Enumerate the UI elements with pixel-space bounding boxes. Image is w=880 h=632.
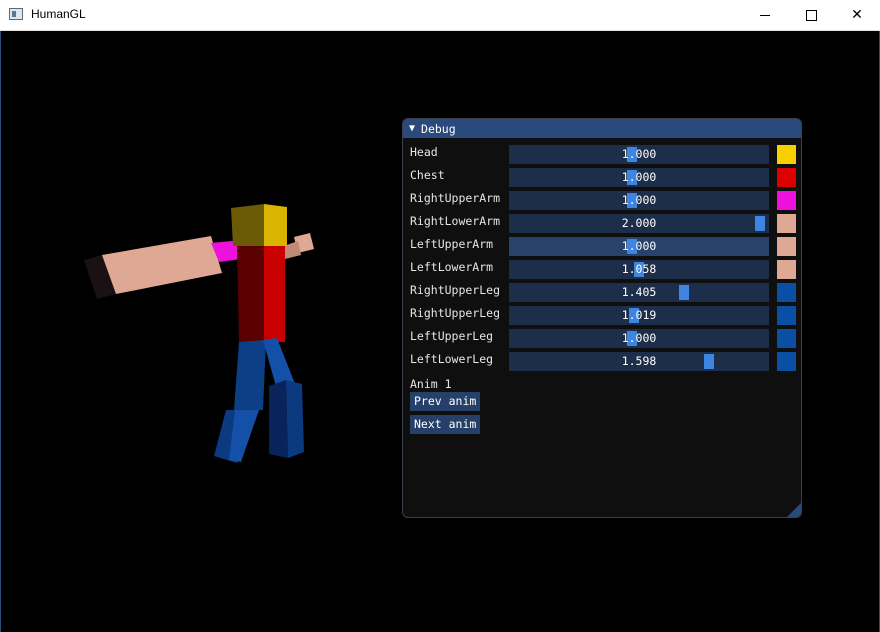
param-label: RightUpperLeg bbox=[410, 306, 501, 320]
param-slider[interactable]: 1.058 bbox=[509, 260, 769, 279]
head-front bbox=[264, 204, 287, 246]
param-label: RightLowerArm bbox=[410, 214, 501, 228]
slider-value: 1.000 bbox=[621, 147, 657, 161]
param-slider[interactable]: 1.000 bbox=[509, 237, 769, 256]
anim-label: Anim 1 bbox=[410, 377, 452, 391]
color-swatch[interactable] bbox=[777, 352, 796, 371]
slider-value: 2.000 bbox=[621, 216, 657, 230]
lower-arm bbox=[102, 236, 222, 294]
param-label: RightUpperLeg bbox=[410, 283, 501, 297]
color-swatch[interactable] bbox=[777, 214, 796, 233]
color-swatch[interactable] bbox=[777, 306, 796, 325]
param-row: Head 1.000 bbox=[403, 144, 801, 164]
color-swatch[interactable] bbox=[777, 168, 796, 187]
slider-value: 1.019 bbox=[621, 308, 657, 322]
maximize-button[interactable] bbox=[788, 0, 834, 30]
param-row: LeftUpperArm 1.000 bbox=[403, 236, 801, 256]
param-row: RightLowerArm 2.000 bbox=[403, 213, 801, 233]
param-label: LeftLowerArm bbox=[410, 260, 494, 274]
slider-value: 1.000 bbox=[621, 331, 657, 345]
chest-side bbox=[237, 246, 264, 342]
param-row: LeftLowerLeg 1.598 bbox=[403, 351, 801, 371]
param-row: RightUpperLeg 1.405 bbox=[403, 282, 801, 302]
next-anim-button[interactable]: Next anim bbox=[410, 415, 481, 434]
param-slider[interactable]: 1.405 bbox=[509, 283, 769, 302]
maximize-icon bbox=[805, 9, 817, 21]
param-label: Head bbox=[410, 145, 438, 159]
color-swatch[interactable] bbox=[777, 237, 796, 256]
lower-leg-2 bbox=[269, 380, 288, 458]
param-slider[interactable]: 1.598 bbox=[509, 352, 769, 371]
param-row: Chest 1.000 bbox=[403, 167, 801, 187]
title-bar: HumanGL ✕ bbox=[0, 0, 880, 31]
slider-value: 1.598 bbox=[621, 354, 657, 368]
param-slider[interactable]: 1.000 bbox=[509, 191, 769, 210]
slider-value: 1.000 bbox=[621, 239, 657, 253]
close-icon: ✕ bbox=[851, 7, 863, 23]
param-slider[interactable]: 1.000 bbox=[509, 145, 769, 164]
slider-value: 1.000 bbox=[621, 170, 657, 184]
color-swatch[interactable] bbox=[777, 283, 796, 302]
upper-leg-1 bbox=[234, 340, 266, 410]
color-swatch[interactable] bbox=[777, 260, 796, 279]
resize-grip[interactable] bbox=[787, 503, 801, 517]
param-label: LeftUpperArm bbox=[410, 237, 494, 251]
param-label: RightUpperArm bbox=[410, 191, 501, 205]
param-slider[interactable]: 1.019 bbox=[509, 306, 769, 325]
slider-value: 1.058 bbox=[621, 262, 657, 276]
minimize-button[interactable] bbox=[742, 0, 788, 30]
head-side bbox=[231, 204, 264, 246]
panel-header[interactable]: ▼ Debug bbox=[403, 119, 801, 138]
slider-value: 1.405 bbox=[621, 285, 657, 299]
window-title: HumanGL bbox=[31, 7, 86, 21]
color-swatch[interactable] bbox=[777, 329, 796, 348]
param-slider[interactable]: 1.000 bbox=[509, 329, 769, 348]
chest-front bbox=[264, 246, 285, 342]
param-label: LeftUpperLeg bbox=[410, 329, 494, 343]
close-button[interactable]: ✕ bbox=[834, 0, 880, 30]
color-swatch[interactable] bbox=[777, 145, 796, 164]
color-swatch[interactable] bbox=[777, 191, 796, 210]
app-icon bbox=[9, 8, 23, 20]
collapse-triangle-icon[interactable]: ▼ bbox=[409, 123, 415, 134]
param-slider[interactable]: 1.000 bbox=[509, 168, 769, 187]
panel-title: Debug bbox=[421, 121, 456, 136]
param-row: LeftLowerArm 1.058 bbox=[403, 259, 801, 279]
param-slider[interactable]: 2.000 bbox=[509, 214, 769, 233]
param-label: LeftLowerLeg bbox=[410, 352, 494, 366]
param-row: RightUpperLeg 1.019 bbox=[403, 305, 801, 325]
slider-value: 1.000 bbox=[621, 193, 657, 207]
debug-panel[interactable]: ▼ Debug Head 1.000 Chest 1.000 RightUpperArm… bbox=[402, 118, 802, 518]
param-row: LeftUpperLeg 1.000 bbox=[403, 328, 801, 348]
param-label: Chest bbox=[410, 168, 445, 182]
prev-anim-button[interactable]: Prev anim bbox=[410, 392, 481, 411]
param-row: RightUpperArm 1.000 bbox=[403, 190, 801, 210]
minimize-icon bbox=[760, 14, 770, 16]
